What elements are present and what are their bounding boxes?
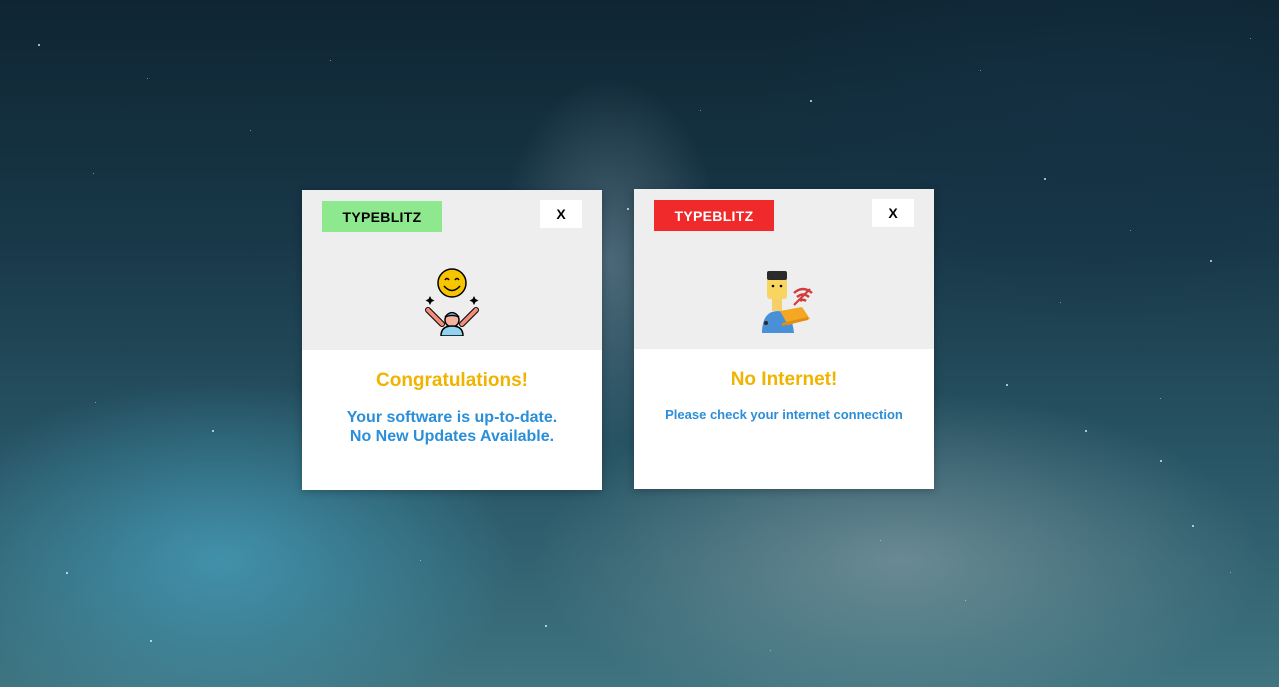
dialog-message: Please check your internet connection — [634, 405, 934, 424]
brand-badge: TYPEBLITZ — [654, 200, 774, 231]
dialog-header: TYPEBLITZ X — [302, 190, 602, 350]
dialog-body: Congratulations! Your software is up-to-… — [302, 350, 602, 446]
dialog-headline: Congratulations! — [376, 370, 528, 391]
person-wifi-laptop-icon — [762, 271, 813, 333]
no-internet-dialog: TYPEBLITZ X No Internet! Please check yo… — [634, 189, 934, 489]
brand-badge: TYPEBLITZ — [322, 201, 442, 232]
dialog-body: No Internet! Please check your internet … — [634, 349, 934, 424]
message-line: No New Updates Available. — [349, 428, 555, 445]
message-line: Your software is up-to-date. — [346, 409, 558, 426]
update-dialog: TYPEBLITZ X Congratulations! Your softwa… — [302, 190, 602, 490]
close-button[interactable]: X — [540, 200, 582, 228]
celebrating-person-icon — [425, 268, 479, 336]
dialog-headline: No Internet! — [730, 369, 838, 390]
dialog-header: TYPEBLITZ X — [634, 189, 934, 349]
desktop-background: TYPEBLITZ X Congratulations! Your softwa… — [0, 0, 1279, 687]
close-button[interactable]: X — [872, 199, 914, 227]
dialog-message: Your software is up-to-date. No New Upda… — [302, 408, 602, 446]
message-line: Please check your internet connection — [665, 407, 903, 422]
